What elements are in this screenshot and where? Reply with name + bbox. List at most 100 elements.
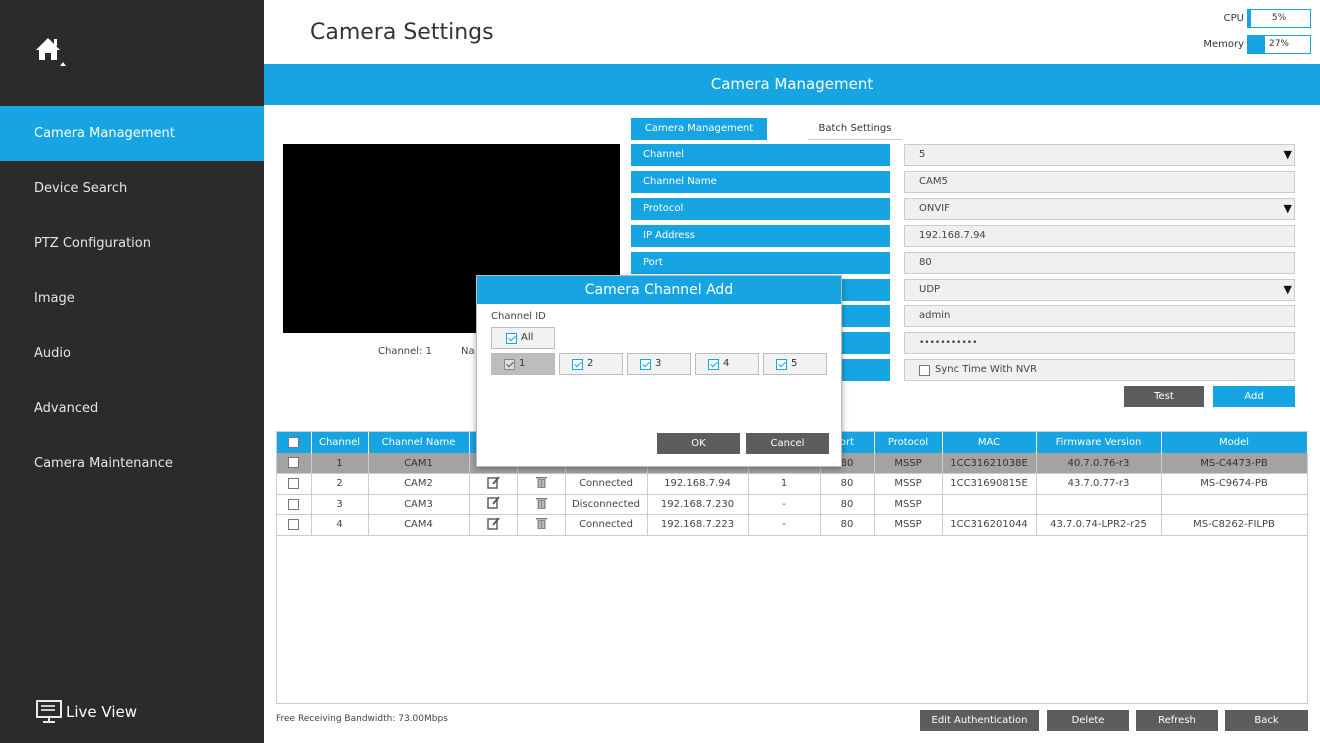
table-row[interactable]: 3 CAM3 Disconnected 192.168.7.230 - 80 M… bbox=[277, 494, 1308, 515]
dropdown-arrow-icon: ▼ bbox=[1283, 202, 1292, 215]
cell-status: Disconnected bbox=[565, 494, 648, 515]
row-checkbox-cell[interactable] bbox=[277, 473, 312, 495]
sync-time-field[interactable]: Sync Time With NVR bbox=[904, 359, 1295, 381]
row-checkbox-cell[interactable] bbox=[277, 453, 312, 474]
cell-misc: - bbox=[748, 494, 821, 515]
channel-option-5[interactable]: 5 bbox=[763, 353, 827, 375]
select-all-checkbox[interactable] bbox=[288, 436, 300, 448]
trash-icon[interactable] bbox=[535, 517, 547, 530]
edit-authentication-button[interactable]: Edit Authentication bbox=[920, 710, 1039, 731]
edit-icon-cell[interactable] bbox=[469, 473, 518, 495]
cell-misc: - bbox=[748, 514, 821, 536]
ip-address-input[interactable]: 192.168.7.94 bbox=[904, 225, 1295, 247]
refresh-button[interactable]: Refresh bbox=[1136, 710, 1218, 731]
sidebar-item-device-search[interactable]: Device Search bbox=[0, 161, 264, 216]
protocol-select[interactable]: ONVIF ▼ bbox=[904, 198, 1295, 220]
channel-all-checkbox[interactable] bbox=[506, 332, 517, 344]
user-name-input[interactable]: admin bbox=[904, 305, 1295, 327]
ip-address-label: IP Address bbox=[631, 225, 890, 247]
channel-name-input[interactable]: CAM5 bbox=[904, 171, 1295, 193]
dialog-ok-button[interactable]: OK bbox=[657, 433, 740, 454]
channel-option-2[interactable]: 2 bbox=[559, 353, 623, 375]
delete-icon-cell[interactable] bbox=[517, 473, 566, 495]
table-row[interactable]: 2 CAM2 Connected 192.168.7.94 1 80 MSSP … bbox=[277, 473, 1308, 495]
row-checkbox[interactable] bbox=[288, 519, 300, 530]
trash-icon[interactable] bbox=[535, 497, 547, 509]
row-checkbox[interactable] bbox=[288, 498, 300, 510]
edit-icon[interactable] bbox=[486, 476, 500, 489]
sidebar-item-ptz-configuration[interactable]: PTZ Configuration bbox=[0, 216, 264, 271]
add-button[interactable]: Add bbox=[1213, 386, 1295, 407]
cell-mac bbox=[942, 494, 1037, 515]
preview-name-text: Na bbox=[461, 346, 475, 357]
channel-1-checkbox[interactable] bbox=[504, 358, 515, 370]
cell-channel: 1 bbox=[311, 453, 369, 474]
cpu-meter-row: CPU 5% bbox=[1184, 9, 1311, 28]
port-input[interactable]: 80 bbox=[904, 252, 1295, 274]
live-view-label: Live View bbox=[66, 703, 137, 721]
header-firmware: Firmware Version bbox=[1036, 432, 1162, 453]
live-view-button[interactable]: Live View bbox=[36, 700, 137, 724]
cell-channel: 2 bbox=[311, 473, 369, 495]
cell-model: MS-C4473-PB bbox=[1161, 453, 1308, 474]
cell-ip: 192.168.7.94 bbox=[647, 473, 749, 495]
cell-model: MS-C9674-PB bbox=[1161, 473, 1308, 495]
memory-meter: 27% bbox=[1247, 35, 1311, 54]
tab-batch-settings[interactable]: Batch Settings bbox=[808, 118, 902, 140]
cell-name: CAM4 bbox=[368, 514, 470, 536]
delete-icon-cell[interactable] bbox=[517, 494, 566, 515]
table-row[interactable]: 4 CAM4 Connected 192.168.7.223 - 80 MSSP… bbox=[277, 514, 1308, 536]
protocol-label: Protocol bbox=[631, 198, 890, 220]
edit-icon-cell[interactable] bbox=[469, 514, 518, 536]
cell-model: MS-C8262-FILPB bbox=[1161, 514, 1308, 536]
dialog-cancel-button[interactable]: Cancel bbox=[746, 433, 829, 454]
sidebar-item-advanced[interactable]: Advanced bbox=[0, 381, 264, 436]
cell-mac: 1CC31690815E bbox=[942, 473, 1037, 495]
back-button[interactable]: Back bbox=[1225, 710, 1308, 731]
channel-all-label: All bbox=[521, 332, 534, 343]
channel-all-option[interactable]: All bbox=[491, 327, 555, 349]
channel-option-3[interactable]: 3 bbox=[627, 353, 691, 375]
row-checkbox-cell[interactable] bbox=[277, 514, 312, 536]
cell-name: CAM2 bbox=[368, 473, 470, 495]
section-banner: Camera Management bbox=[264, 64, 1320, 105]
test-button[interactable]: Test bbox=[1124, 386, 1204, 407]
row-checkbox[interactable] bbox=[288, 478, 300, 489]
row-checkbox[interactable] bbox=[288, 457, 300, 469]
cell-mac: 1CC31621038E bbox=[942, 453, 1037, 474]
delete-button[interactable]: Delete bbox=[1047, 710, 1129, 731]
channel-4-checkbox[interactable] bbox=[708, 358, 719, 370]
channel-2-checkbox[interactable] bbox=[572, 358, 583, 370]
dropdown-arrow-icon: ▼ bbox=[1283, 283, 1292, 296]
home-icon[interactable] bbox=[34, 36, 68, 70]
cell-status: Connected bbox=[565, 514, 648, 536]
sidebar-item-audio[interactable]: Audio bbox=[0, 326, 264, 381]
password-input[interactable]: ••••••••••• bbox=[904, 332, 1295, 354]
port-label: Port bbox=[631, 252, 890, 274]
delete-icon-cell[interactable] bbox=[517, 514, 566, 536]
sidebar-item-camera-management[interactable]: Camera Management bbox=[0, 106, 264, 161]
select-all-header[interactable] bbox=[277, 432, 312, 453]
sidebar-item-camera-maintenance[interactable]: Camera Maintenance bbox=[0, 436, 264, 491]
channel-select[interactable]: 5 ▼ bbox=[904, 144, 1295, 166]
channel-option-4[interactable]: 4 bbox=[695, 353, 759, 375]
memory-value: 27% bbox=[1268, 39, 1289, 49]
channel-label: Channel bbox=[631, 144, 890, 166]
channel-5-checkbox[interactable] bbox=[776, 358, 787, 370]
edit-icon[interactable] bbox=[486, 517, 500, 530]
channel-option-1[interactable]: 1 bbox=[491, 353, 555, 375]
edit-icon[interactable] bbox=[486, 496, 500, 509]
edit-icon-cell[interactable] bbox=[469, 494, 518, 515]
sync-time-checkbox[interactable] bbox=[919, 364, 930, 376]
sidebar-item-image[interactable]: Image bbox=[0, 271, 264, 326]
trash-icon[interactable] bbox=[535, 476, 547, 489]
cell-mac: 1CC316201044 bbox=[942, 514, 1037, 536]
tab-camera-management[interactable]: Camera Management bbox=[631, 118, 767, 140]
channel-3-checkbox[interactable] bbox=[640, 358, 651, 370]
row-checkbox-cell[interactable] bbox=[277, 494, 312, 515]
transfer-protocol-select[interactable]: UDP ▼ bbox=[904, 279, 1295, 301]
memory-label: Memory bbox=[1203, 39, 1244, 50]
cell-firmware: 43.7.0.77-r3 bbox=[1036, 473, 1162, 495]
transfer-protocol-value: UDP bbox=[919, 284, 941, 295]
cell-protocol: MSSP bbox=[874, 494, 943, 515]
